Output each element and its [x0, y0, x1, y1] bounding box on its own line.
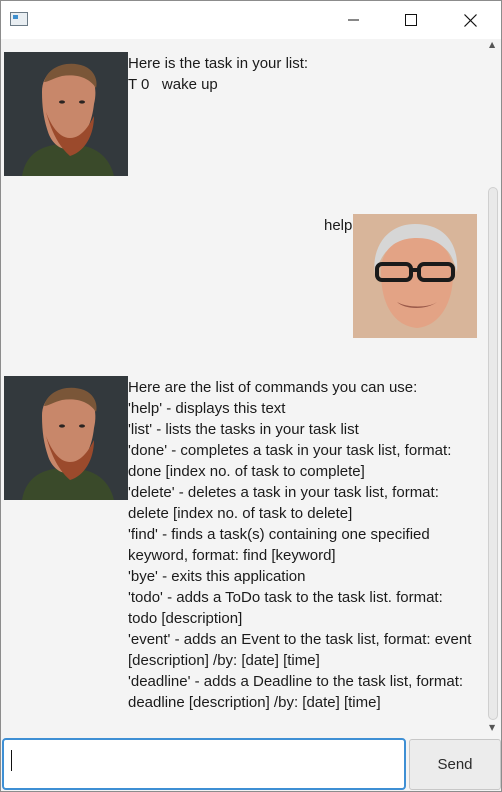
maximize-button[interactable]: [388, 1, 434, 39]
duke-avatar: [4, 52, 128, 176]
duke-avatar: [4, 376, 128, 500]
scroll-thumb[interactable]: [488, 187, 498, 720]
title-bar: [1, 1, 501, 39]
scroll-up-icon[interactable]: ▲: [489, 41, 497, 49]
duke-help-text: Here are the list of commands you can us…: [128, 379, 472, 711]
user-input[interactable]: [2, 738, 406, 790]
input-row: Send: [1, 736, 501, 791]
app-icon: [10, 12, 28, 26]
user-message-text: help: [324, 217, 353, 234]
close-icon: [463, 13, 477, 27]
dialog-container[interactable]: Here is the task in your list: T 0 wake u…: [1, 39, 486, 734]
duke-message-text: Here is the task in your list: T 0 wake u…: [128, 55, 309, 93]
scroll-down-icon[interactable]: ▼: [489, 724, 497, 732]
close-button[interactable]: [447, 1, 493, 39]
minimize-icon: [348, 19, 359, 21]
text-caret: [11, 750, 12, 771]
user-avatar: [353, 214, 477, 338]
app-window: Here is the task in your list: T 0 wake u…: [0, 0, 502, 792]
maximize-icon: [405, 14, 417, 26]
send-button[interactable]: Send: [409, 739, 501, 790]
vertical-scrollbar[interactable]: ▲ ▼: [486, 39, 500, 734]
minimize-button[interactable]: [331, 1, 377, 39]
